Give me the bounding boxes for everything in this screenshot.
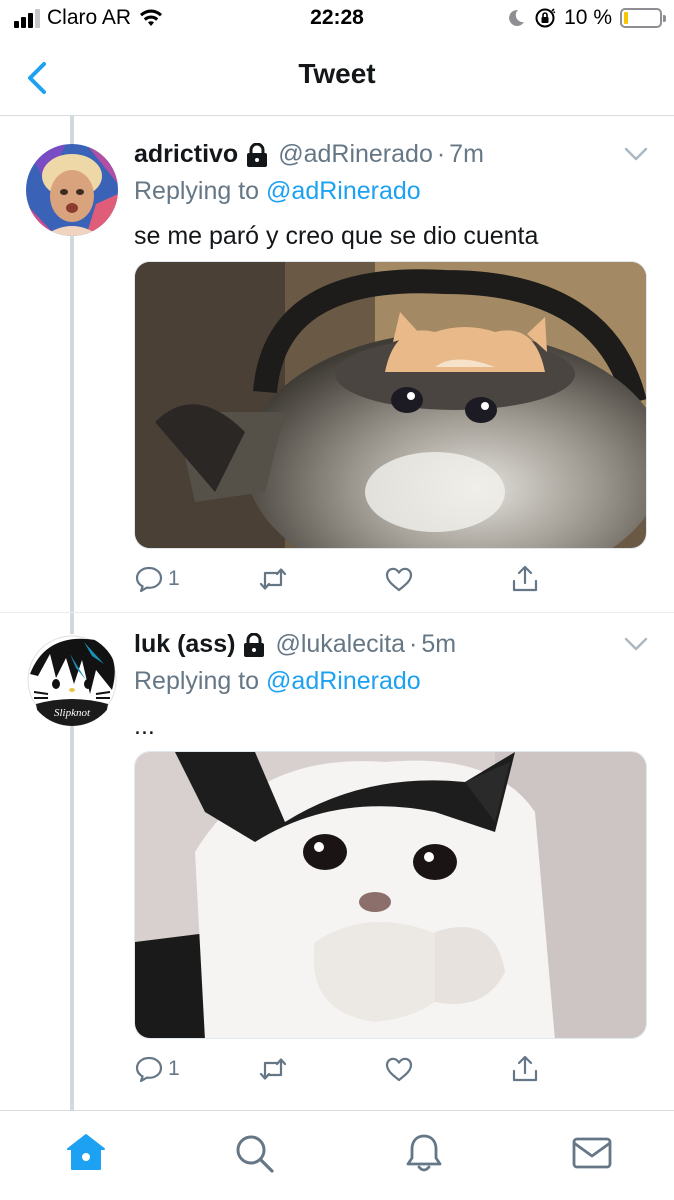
status-right: 10 % [506,6,666,30]
tweet-header: adrictivo @adRinerado · 7m [134,140,484,169]
avatar[interactable]: Slipknot [26,634,118,726]
moon-icon [509,9,525,26]
reply-icon [135,1056,163,1083]
replying-to: Replying to @adRinerado [134,667,421,696]
lock-icon [244,632,265,657]
thread-line [70,116,74,1110]
orientation-lock-icon [535,8,556,28]
separator-dot: · [409,630,418,658]
retweet-button[interactable] [258,564,288,594]
lock-icon [247,142,268,167]
tweet-text: ... [134,712,155,740]
share-button[interactable] [510,1054,540,1084]
page-title: Tweet [298,58,376,89]
reply-count: 1 [168,567,180,590]
search-icon[interactable] [232,1131,276,1175]
like-button[interactable] [384,564,414,594]
reply-button[interactable]: 1 [134,1054,180,1084]
tweet-time[interactable]: 7m [449,140,484,169]
retweet-icon [259,1058,287,1080]
battery-icon [620,8,666,28]
heart-icon [385,1057,413,1082]
author-name[interactable]: adrictivo [134,140,238,169]
battery-level [624,12,628,24]
status-bar: Claro AR 22:28 10 % [0,0,674,40]
tweet-header: luk (ass) @lukalecita · 5m [134,630,456,659]
replying-label: Replying to [134,177,260,205]
bottom-tab-bar [0,1110,674,1200]
tweet-text: se me paró y creo que se dio cuenta [134,222,539,250]
tweet-actions: 1 [134,1054,554,1086]
like-button[interactable] [384,1054,414,1084]
reply-icon [135,566,163,593]
replying-label: Replying to [134,667,260,695]
tweet-actions: 1 [134,564,554,596]
avatar-logo-text: Slipknot [54,707,91,719]
retweet-icon [259,568,287,590]
tweet-divider [0,612,674,613]
separator-dot: · [436,140,446,168]
tweet-media-image[interactable] [134,751,647,1039]
reply-button[interactable]: 1 [134,564,180,594]
battery-percent: 10 % [564,6,612,29]
home-icon[interactable] [64,1131,108,1175]
messages-icon[interactable] [570,1131,614,1175]
share-icon [512,1055,538,1082]
retweet-button[interactable] [258,1054,288,1084]
tweet-media-image[interactable] [134,261,647,549]
notifications-icon[interactable] [402,1131,446,1175]
reply-mention-link[interactable]: @adRinerado [266,177,421,205]
heart-icon [385,567,413,592]
author-name[interactable]: luk (ass) [134,630,235,659]
share-button[interactable] [510,564,540,594]
author-handle[interactable]: @adRinerado [278,140,433,169]
reply-mention-link[interactable]: @adRinerado [266,667,421,695]
chevron-down-icon[interactable] [624,636,648,652]
chevron-down-icon[interactable] [624,146,648,162]
share-icon [512,565,538,592]
avatar[interactable] [26,144,118,236]
tweet-time[interactable]: 5m [421,630,456,659]
replying-to: Replying to @adRinerado [134,177,421,206]
reply-count: 1 [168,1057,180,1080]
nav-header: Tweet [0,40,674,116]
author-handle[interactable]: @lukalecita [275,630,405,659]
